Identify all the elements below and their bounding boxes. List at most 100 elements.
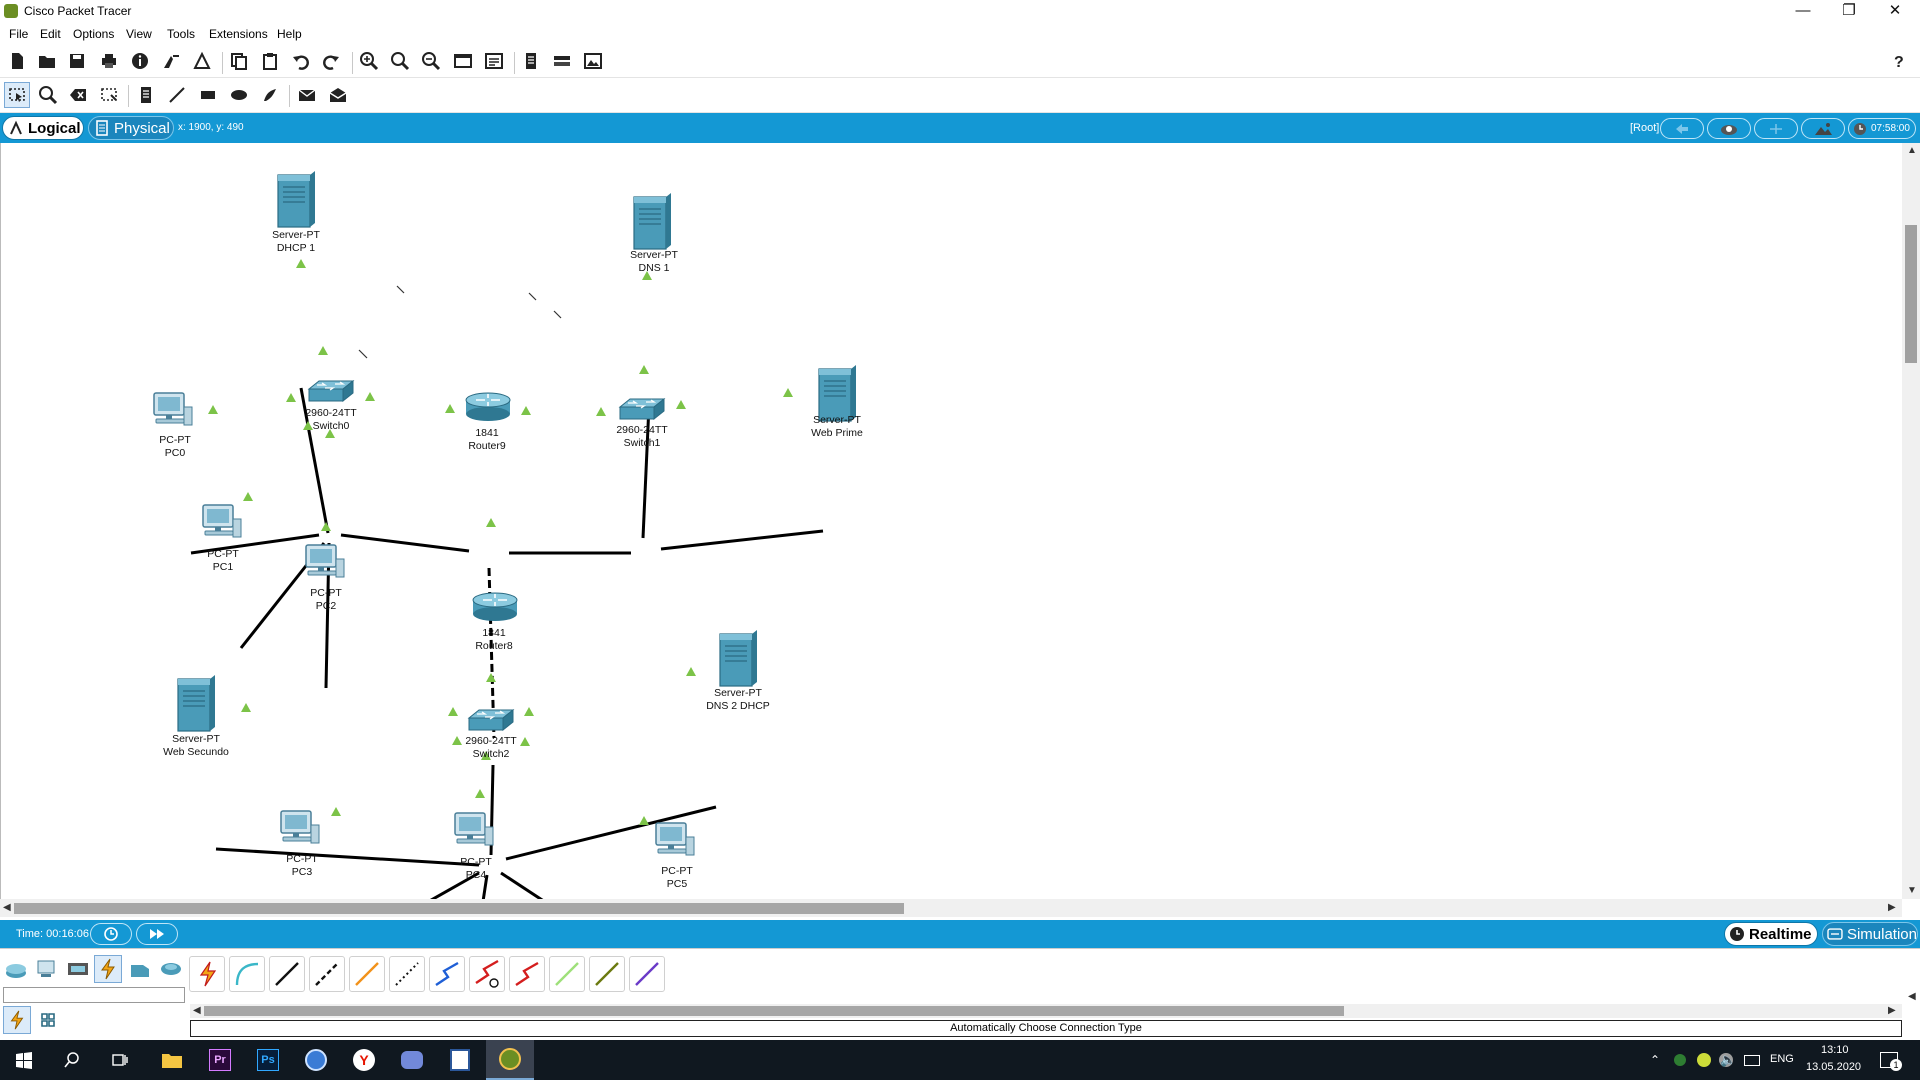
inspect-icon[interactable] [35,82,61,108]
coaxial-button[interactable] [429,956,465,992]
menu-extensions[interactable]: Extensions [209,27,268,41]
device-pc1[interactable] [202,504,242,538]
help-icon[interactable]: ? [1886,48,1912,74]
zoom-reset-icon[interactable] [387,48,413,74]
scroll-up-icon[interactable]: ▲ [1907,145,1917,156]
connections-category-icon[interactable] [94,955,122,983]
link-switch2-pc5[interactable] [500,871,661,899]
tray-app-icon[interactable] [1674,1054,1686,1066]
search-button[interactable] [48,1040,96,1080]
paste-icon[interactable] [257,48,283,74]
task-view-button[interactable] [96,1040,144,1080]
octal-button[interactable] [549,956,585,992]
taskbar-date[interactable]: 13.05.2020 [1806,1061,1861,1073]
device-pc4[interactable] [454,812,494,846]
simulation-tab[interactable]: Simulation [1822,922,1918,946]
device-router8[interactable] [472,592,518,622]
phone-button[interactable] [389,956,425,992]
logical-workspace[interactable]: Server-PT DHCP 1 Server-PT DNS 1 2960-24TT… [0,143,1902,899]
network-devices-category-icon[interactable] [2,955,30,983]
info-icon[interactable] [127,48,153,74]
redo-icon[interactable] [318,48,344,74]
logical-tab[interactable]: Logical [2,116,84,140]
input-language[interactable]: ENG [1770,1053,1794,1065]
topology-canvas[interactable] [1,143,1903,899]
end-devices-category-icon[interactable] [33,955,61,983]
tray-overflow-icon[interactable]: ⌃ [1650,1053,1660,1067]
workspace-vertical-scrollbar[interactable]: ▲ ▼ [1902,143,1920,899]
connections-horizontal-scrollbar[interactable]: ◀ ▶ [190,1004,1902,1018]
vertical-scroll-thumb[interactable] [1905,225,1917,363]
draw-ellipse-icon[interactable] [226,82,252,108]
notes-icon[interactable] [518,48,544,74]
device-panel-icon[interactable] [549,48,575,74]
iot-custom-cable-button[interactable] [589,956,625,992]
device-pc2[interactable] [305,544,345,578]
taskbar-packet-tracer[interactable] [486,1040,534,1080]
connections-subcategory-icon[interactable] [3,1006,31,1034]
undo-icon[interactable] [288,48,314,74]
link-switch2-pc3[interactable] [311,871,480,899]
root-breadcrumb[interactable]: [Root] [1630,122,1659,134]
power-cycle-devices-button[interactable] [90,923,132,945]
zoom-out-icon[interactable] [418,48,444,74]
menu-file[interactable]: File [9,27,28,41]
link-switch1-webprime[interactable] [660,529,824,551]
miscellaneous-category-icon[interactable] [126,955,154,983]
custom-devices-icon[interactable] [481,48,507,74]
notification-center-icon[interactable]: 1 [1880,1052,1902,1071]
delete-icon[interactable] [65,82,91,108]
close-icon[interactable]: ✕ [1872,0,1918,24]
components-category-icon[interactable] [64,955,92,983]
menu-help[interactable]: Help [277,27,302,41]
device-panel-collapse-icon[interactable]: ◀ [1908,991,1916,1002]
copy-icon[interactable] [226,48,252,74]
draw-rectangle-icon[interactable] [195,82,221,108]
connections-scroll-thumb[interactable] [204,1006,1344,1016]
taskbar-app-blue[interactable] [292,1040,340,1080]
scroll-down-icon[interactable]: ▼ [1907,885,1917,896]
menu-tools[interactable]: Tools [167,27,195,41]
new-file-icon[interactable] [4,48,30,74]
device-dns2dhcp[interactable] [719,629,758,687]
horizontal-scroll-thumb[interactable] [14,903,904,914]
draw-line-icon[interactable] [164,82,190,108]
physical-tab[interactable]: Physical [88,116,174,140]
usb-button[interactable] [629,956,665,992]
taskbar-clock[interactable]: 13:10 [1821,1044,1849,1056]
taskbar-file-explorer[interactable] [148,1040,196,1080]
scroll-left-icon[interactable]: ◀ [3,902,11,913]
copper-cross-over-button[interactable] [309,956,345,992]
device-switch1[interactable] [619,398,665,420]
network-info-icon[interactable] [189,48,215,74]
menu-edit[interactable]: Edit [40,27,61,41]
scroll-right-icon[interactable]: ▶ [1888,902,1896,913]
device-router9[interactable] [465,392,511,422]
fiber-button[interactable] [349,956,385,992]
select-icon[interactable] [4,82,30,108]
freeform-icon[interactable] [257,82,283,108]
device-dns1[interactable] [633,192,672,250]
taskbar-discord[interactable] [388,1040,436,1080]
link-switch0-router9[interactable] [340,533,470,553]
volume-icon[interactable]: 🔈 [1720,1052,1736,1068]
print-icon[interactable] [96,48,122,74]
taskbar-word[interactable] [436,1040,484,1080]
add-simple-pdu-icon[interactable] [294,82,320,108]
set-background-button[interactable] [1801,118,1845,139]
move-object-button[interactable] [1754,118,1798,139]
cluster-button[interactable] [1707,118,1751,139]
link-websecundo-switch2[interactable] [215,847,480,867]
device-pc3[interactable] [280,810,320,844]
grid-view-icon[interactable] [34,1006,62,1034]
add-complex-pdu-icon[interactable] [325,82,351,108]
taskbar-premiere[interactable]: Pr [196,1040,244,1080]
back-button[interactable] [1660,118,1704,139]
realtime-tab[interactable]: Realtime [1724,922,1818,946]
device-pc0[interactable] [153,392,193,426]
viewport-icon[interactable] [580,48,606,74]
device-webprime[interactable] [818,364,857,422]
zoom-in-icon[interactable] [356,48,382,74]
tray-security-icon[interactable] [1697,1053,1711,1067]
scroll-left-icon[interactable]: ◀ [193,1005,201,1016]
